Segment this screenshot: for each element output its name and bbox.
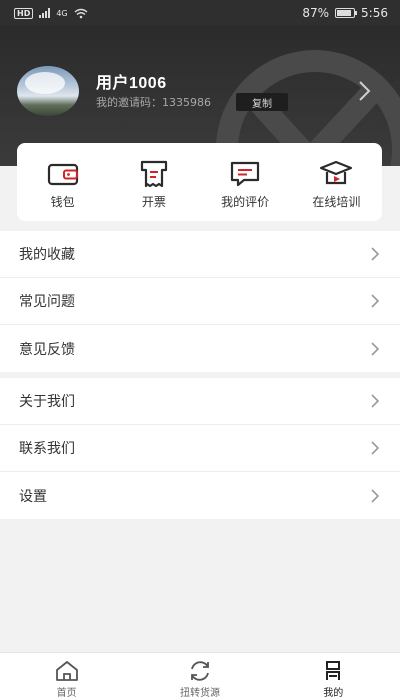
- network-type: 4G: [56, 8, 68, 18]
- refresh-icon: [191, 661, 209, 681]
- menu-item-contact-us[interactable]: 联系我们: [0, 425, 400, 472]
- chevron-right-icon: [371, 441, 380, 455]
- menu-item-label: 关于我们: [19, 394, 75, 410]
- menu-item-favorites[interactable]: 我的收藏: [0, 231, 400, 278]
- invoice-icon: [140, 160, 167, 188]
- quick-action-label: 钱包: [50, 195, 75, 209]
- bottom-tab-bar: 首页 扭转货源 我的: [0, 652, 400, 700]
- quick-actions-card: 钱包 开票 我的评价 在线培训: [17, 143, 382, 221]
- invite-code: 1335986: [162, 96, 211, 109]
- home-icon: [55, 661, 78, 681]
- chevron-right-icon: [371, 247, 380, 261]
- menu-item-label: 常见问题: [19, 294, 75, 310]
- menu-item-feedback[interactable]: 意见反馈: [0, 325, 400, 372]
- battery-icon: [335, 8, 358, 18]
- username: 用户1006: [96, 75, 167, 92]
- tab-mine[interactable]: 我的: [267, 653, 400, 700]
- status-bar: HD 4G 87% 5:56: [0, 0, 400, 26]
- tab-cargo[interactable]: 扭转货源: [133, 653, 266, 700]
- quick-action-wallet[interactable]: 钱包: [17, 143, 108, 221]
- menu-item-label: 意见反馈: [19, 341, 75, 358]
- chevron-right-icon: [371, 394, 380, 408]
- wallet-icon: [47, 163, 78, 186]
- avatar[interactable]: [17, 66, 79, 116]
- menu-item-label: 联系我们: [19, 441, 75, 457]
- tab-label: 首页: [56, 688, 77, 699]
- clock: 5:56: [361, 6, 388, 20]
- battery-percent: 87%: [302, 6, 330, 20]
- quick-action-label: 我的评价: [221, 195, 270, 209]
- invite-code-text: 我的邀请码：1335986: [96, 94, 211, 110]
- invite-label: 我的邀请码：: [96, 96, 162, 109]
- profile-icon: [326, 661, 341, 680]
- hd-icon: HD: [14, 7, 34, 19]
- quick-action-online-training[interactable]: 在线培训: [291, 143, 382, 221]
- chevron-right-icon: [371, 488, 380, 503]
- quick-action-label: 在线培训: [312, 195, 361, 209]
- wifi-icon: [74, 8, 88, 18]
- quick-action-my-reviews[interactable]: 我的评价: [200, 143, 291, 221]
- chevron-right-icon: [371, 341, 380, 356]
- chevron-right-icon: [371, 294, 380, 308]
- training-icon: [320, 160, 353, 185]
- chevron-right-icon[interactable]: [358, 80, 372, 102]
- menu-item-faq[interactable]: 常见问题: [0, 278, 400, 325]
- tab-home[interactable]: 首页: [0, 653, 133, 700]
- menu-group-primary: 我的收藏 常见问题 意见反馈: [0, 231, 400, 372]
- quick-action-label: 开票: [141, 195, 166, 209]
- menu-item-label: 我的收藏: [19, 247, 75, 263]
- copy-button[interactable]: 复制: [236, 93, 288, 111]
- menu-item-settings[interactable]: 设置: [0, 472, 400, 519]
- tab-label: 我的: [323, 688, 344, 699]
- comment-icon: [231, 161, 260, 187]
- signal-icon: [39, 8, 51, 18]
- menu-group-secondary: 关于我们 联系我们 设置: [0, 378, 400, 519]
- menu-item-about-us[interactable]: 关于我们: [0, 378, 400, 425]
- menu-item-label: 设置: [19, 488, 47, 505]
- tab-label: 扭转货源: [179, 688, 220, 699]
- quick-action-invoice[interactable]: 开票: [108, 143, 199, 221]
